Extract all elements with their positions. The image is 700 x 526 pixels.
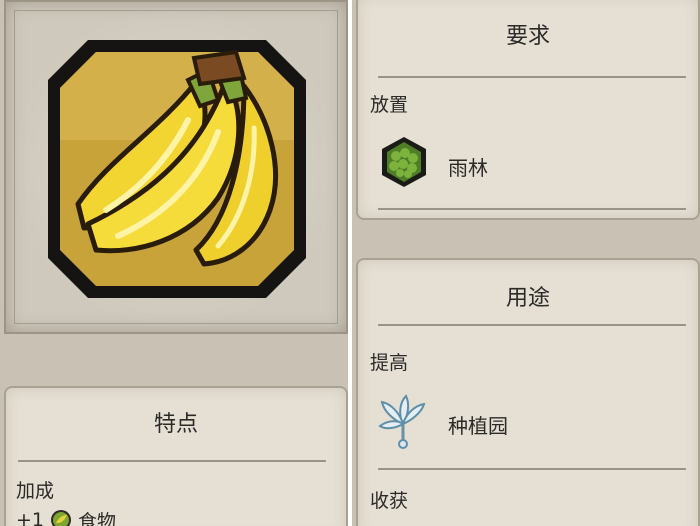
usage-panel: 用途 提高 种植园 收获	[356, 258, 700, 526]
bonus-label: 加成	[16, 480, 55, 502]
features-title: 特点	[153, 412, 198, 437]
requirements-title: 要求	[505, 24, 550, 49]
improvement-name[interactable]: 种植园	[448, 410, 508, 439]
improve-label: 提高	[370, 352, 409, 374]
rainforest-icon[interactable]	[380, 136, 428, 188]
right-column: 要求 放置 雨林 用途 提高 种植园 收获	[352, 0, 700, 526]
bonus-row: +1 食物	[16, 508, 116, 526]
divider	[378, 76, 686, 78]
divider	[378, 324, 686, 326]
food-icon	[51, 510, 72, 526]
divider	[378, 208, 686, 210]
divider	[18, 460, 326, 462]
features-panel: 特点 加成 +1 食物	[4, 386, 348, 526]
resource-portrait-card	[4, 0, 348, 334]
bonus-amount: +1	[16, 509, 45, 526]
harvest-label: 收获	[370, 490, 409, 512]
placement-label: 放置	[370, 94, 409, 116]
usage-title: 用途	[505, 286, 550, 311]
bonus-resource: 食物	[78, 510, 117, 526]
terrain-name[interactable]: 雨林	[448, 152, 488, 181]
banana-icon	[48, 40, 306, 298]
plantation-icon[interactable]	[378, 394, 428, 450]
left-column: 特点 加成 +1 食物	[0, 0, 348, 526]
divider	[378, 468, 686, 470]
requirements-panel: 要求 放置 雨林	[356, 0, 700, 220]
